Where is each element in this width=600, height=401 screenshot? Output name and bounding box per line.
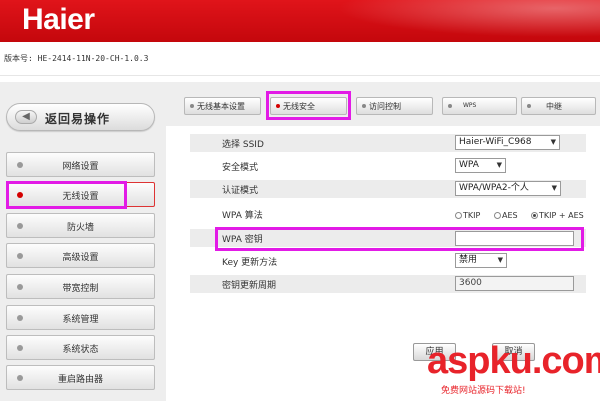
site-watermark: aspku.com 免费网站源码下载站! [427,339,600,397]
back-arrow-icon: ◀ [15,110,37,124]
highlight-box-security-tab [266,91,351,120]
sidebar-item-reboot[interactable]: 重启路由器 [6,365,155,390]
auth-mode-label: 认证模式 [222,186,259,196]
sidebar-item-firewall[interactable]: 防火墙 [6,213,155,238]
auth-mode-value: WPA/WPA2-个人 [459,183,529,193]
radio-label: AES [502,211,518,220]
sidebar-item-label: 系统管理 [62,315,99,325]
sidebar-item-system-status[interactable]: 系统状态 [6,335,155,360]
bullet-icon [362,104,366,108]
highlight-box-wireless [6,181,127,209]
tab-label: 访问控制 [369,102,401,111]
ssid-value: Haier-WiFi_C968 [459,137,532,147]
sidebar-item-advanced[interactable]: 高级设置 [6,243,155,268]
key-period-input[interactable]: 3600 [455,276,574,291]
radio-aes[interactable]: AES [494,211,518,220]
key-update-value: 禁用 [459,255,478,265]
ssid-label: 选择 SSID [222,140,264,150]
bullet-icon [448,104,452,108]
firmware-version: 版本号: HE-2414-11N-20-CH-1.0.3 [4,54,149,63]
radio-label: TKIP [463,211,481,220]
sidebar-item-label: 带宽控制 [62,284,99,294]
sidebar-item-network[interactable]: 网络设置 [6,152,155,177]
bullet-icon [527,104,531,108]
bullet-icon [190,104,194,108]
sidebar-item-label: 防火墙 [66,223,94,233]
key-update-select[interactable]: 禁用 ▼ [455,253,507,268]
radio-selected-icon [531,212,538,219]
haier-logo: Haier [22,3,95,36]
tab-label: WPS [463,102,477,109]
tab-access-control[interactable]: 访问控制 [356,97,433,115]
radio-tkip-aes[interactable]: TKIP + AES [531,211,584,220]
key-period-value: 3600 [459,278,482,288]
tab-label: 中继 [546,102,562,111]
header-decoration [300,0,600,42]
key-update-label: Key 更新方法 [222,258,278,268]
watermark-slogan: 免费网站源码下载站! [441,386,526,396]
security-mode-select[interactable]: WPA ▼ [455,158,506,173]
dropdown-arrow-icon: ▼ [550,138,556,146]
sidebar-item-label: 网络设置 [62,162,99,172]
auth-mode-select[interactable]: WPA/WPA2-个人 ▼ [455,181,561,196]
radio-tkip[interactable]: TKIP [455,211,480,220]
back-to-easy-mode-button[interactable]: ◀ 返回易操作 [6,103,155,131]
security-mode-label: 安全模式 [222,163,259,173]
sidebar-item-label: 高级设置 [62,253,99,263]
security-mode-value: WPA [459,160,479,170]
row-security-mode: 安全模式 [190,157,586,175]
sidebar-item-label: 系统状态 [62,345,99,355]
back-button-label: 返回易操作 [45,112,111,126]
radio-label: TKIP + AES [539,211,584,220]
row-wpa-algorithm: WPA 算法 [190,205,586,223]
key-period-label: 密钥更新周期 [222,281,277,291]
tab-repeater[interactable]: 中继 [521,97,596,115]
radio-circle-icon [494,212,501,219]
radio-circle-icon [455,212,462,219]
sidebar-item-system-management[interactable]: 系统管理 [6,305,155,330]
wpa-algorithm-label: WPA 算法 [222,211,263,221]
tab-label: 无线基本设置 [197,102,245,111]
dropdown-arrow-icon: ▼ [551,184,557,192]
dropdown-arrow-icon: ▼ [496,161,502,169]
tab-wps[interactable]: WPS [442,97,517,115]
header-bar: Haier [0,0,600,42]
ssid-select[interactable]: Haier-WiFi_C968 ▼ [455,135,560,150]
row-key-update: Key 更新方法 [190,252,586,270]
watermark-logo: aspku.com [427,340,600,382]
dropdown-arrow-icon: ▼ [497,256,503,264]
sidebar-item-bandwidth[interactable]: 带宽控制 [6,274,155,299]
tab-wireless-basic[interactable]: 无线基本设置 [184,97,261,115]
highlight-box-wpa-key [215,227,584,251]
sidebar-item-label: 重启路由器 [57,375,103,385]
